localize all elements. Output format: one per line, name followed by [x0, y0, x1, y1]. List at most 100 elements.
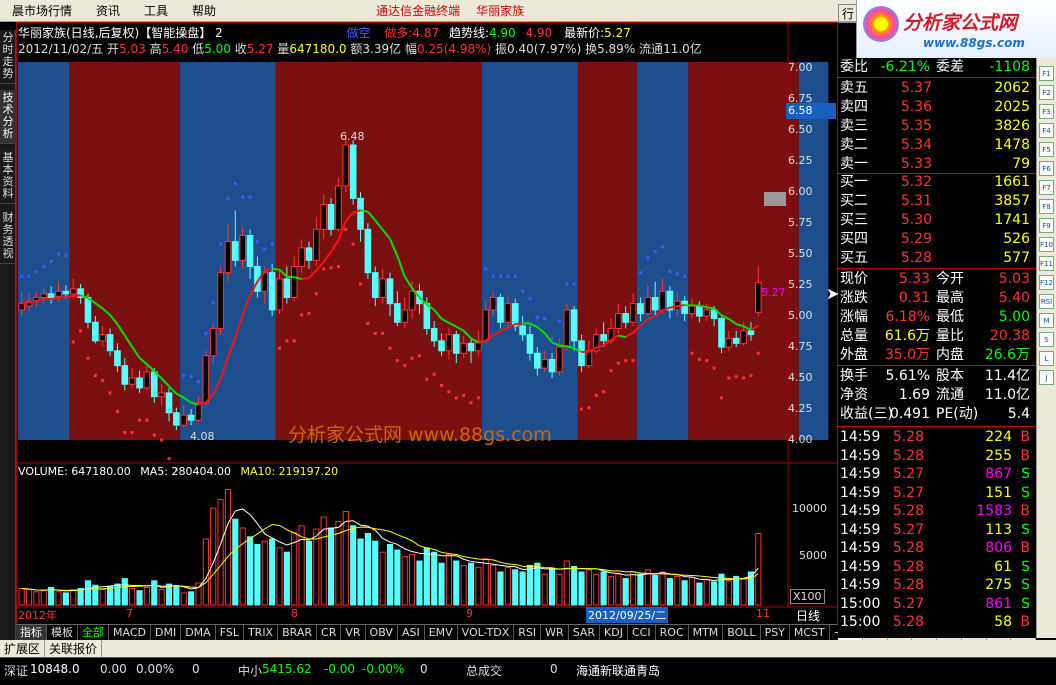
indicator-tab[interactable]: MACD [109, 625, 151, 640]
volume-bar [33, 591, 40, 606]
toolbar-shortcut-icon[interactable]: F7 [1039, 180, 1054, 195]
toolbar-shortcut-icon[interactable]: F3 [1039, 104, 1054, 119]
toolbar-shortcut-icon[interactable]: J [1039, 370, 1054, 385]
toolbar-shortcut-icon[interactable]: RSI [1039, 294, 1054, 309]
indicator-tab[interactable]: BOLL [723, 625, 761, 640]
candle-body [187, 414, 195, 421]
indicator-tab[interactable]: VOL-TDX [458, 625, 515, 640]
stop-dot [219, 242, 223, 246]
price-tick: 5.00 [788, 309, 813, 323]
toolbar-shortcut-icon[interactable]: F9 [1039, 218, 1054, 233]
candle-body [563, 309, 571, 348]
indicator-tab[interactable]: 指标 [16, 625, 47, 640]
bid-volume: 1741 [994, 212, 1030, 228]
volume-bar [504, 567, 511, 606]
indicator-tab[interactable]: TRIX [244, 625, 279, 640]
candle-body [371, 272, 379, 298]
quote-row: 14:59 5.27 867 S [838, 465, 1036, 484]
indicator-tab[interactable]: EMV [425, 625, 458, 640]
toolbar-shortcut-icon[interactable]: L [1039, 351, 1054, 366]
indicator-tab[interactable]: MCST [790, 625, 830, 640]
stop-dot [64, 253, 68, 257]
tick-price: 5.28 [892, 558, 924, 575]
trend-line-segment [301, 277, 310, 280]
toolbar-shortcut-icon[interactable]: F5 [1039, 142, 1054, 157]
candle-body [217, 272, 224, 329]
menu-help[interactable]: 帮助 [180, 2, 228, 19]
quote-row: 卖三 5.35 3826 [838, 117, 1036, 136]
quote-row: 14:59 5.28 61 S [838, 558, 1036, 577]
candle-body [732, 337, 740, 344]
bid-label: 买三 [840, 212, 868, 228]
news-ticker[interactable]: 海通新联通青岛 [576, 662, 660, 679]
tab-intraday[interactable]: 分时走势 [0, 30, 16, 84]
toolbar-shortcut-icon[interactable]: M [1039, 313, 1054, 328]
extension-area-tab[interactable]: 扩展区 [0, 640, 46, 657]
toolbar-shortcut-icon[interactable]: F4 [1039, 123, 1054, 138]
volume-bar [475, 567, 482, 606]
indicator-tab[interactable]: MTM [689, 625, 724, 640]
indicator-tab[interactable]: ROC [656, 625, 689, 640]
tab-technical[interactable]: 技术分析 [0, 90, 16, 144]
stop-dot [631, 359, 635, 363]
volume-bar [755, 533, 762, 606]
price-tick: 4.00 [788, 433, 813, 446]
indicator-tab[interactable]: KDJ [600, 625, 628, 640]
menu-tools[interactable]: 工具 [132, 2, 180, 19]
related-quote-tab[interactable]: 关联报价 [45, 640, 103, 657]
indicator-tab[interactable]: ASI [398, 625, 425, 640]
stop-dot [690, 351, 694, 355]
candle-body [556, 346, 563, 373]
indicator-tab[interactable]: DMA [181, 625, 216, 640]
price-chart[interactable] [16, 22, 838, 632]
period-label[interactable]: 日线 [796, 607, 820, 624]
toolbar-shortcut-icon[interactable]: F11 [1039, 256, 1054, 271]
toolbar-shortcut-icon[interactable]: S [1039, 332, 1054, 347]
volume-bar [121, 578, 128, 606]
tab-financial[interactable]: 财务透视 [0, 210, 16, 264]
sz-label: 深证 [4, 664, 29, 678]
toolbar-shortcut-icon[interactable]: F1 [1039, 66, 1054, 81]
float-label: 流通 [639, 42, 664, 56]
scroll-marker[interactable] [764, 192, 786, 206]
indicator-tab[interactable]: CCI [628, 625, 656, 640]
stop-dot [123, 431, 127, 435]
indicator-tab[interactable]: 模板 [47, 625, 78, 640]
tick-volume: 275 [985, 577, 1012, 593]
volume-bar [40, 590, 47, 606]
indicator-tab[interactable]: RSI [514, 625, 542, 640]
toolbar-shortcut-icon[interactable]: F6 [1039, 161, 1054, 176]
tab-fundamentals[interactable]: 基本资料 [0, 150, 16, 204]
promo-terminal[interactable]: 通达信金融终端 [368, 2, 468, 19]
candle-body [327, 204, 335, 230]
date-tick: 7 [126, 607, 133, 620]
indicator-tab[interactable]: PSY [761, 625, 790, 640]
indicator-tab[interactable]: CR [317, 625, 342, 640]
stop-dot [71, 340, 75, 344]
indicator-tab[interactable]: DMI [151, 625, 182, 640]
menu-news[interactable]: 资讯 [84, 2, 132, 19]
promo-stock[interactable]: 华丽家族 [468, 2, 532, 19]
stat-label: 净资 [840, 387, 868, 403]
candle-body [423, 303, 431, 329]
toolbar-shortcut-icon[interactable]: F8 [1039, 199, 1054, 214]
indicator-tab[interactable]: WR [541, 625, 569, 640]
toolbar-shortcut-icon[interactable]: F2 [1039, 85, 1054, 100]
menu-extra-button[interactable]: 行 [838, 4, 859, 23]
toolbar-shortcut-icon[interactable]: F12 [1039, 275, 1054, 290]
stop-dot [712, 366, 716, 370]
candle-body [69, 288, 77, 295]
stop-dot [756, 351, 760, 355]
indicator-tab[interactable]: OBV [366, 625, 398, 640]
volume-bar [600, 571, 607, 606]
indicator-tab[interactable]: VR [341, 625, 366, 640]
candle-body [335, 185, 342, 230]
indicator-tab[interactable]: SAR [569, 625, 601, 640]
volume-bar [261, 540, 268, 606]
indicator-tab[interactable]: 全部 [78, 625, 109, 640]
indicator-tab[interactable]: FSL [216, 625, 244, 640]
indicator-tab[interactable]: BRAR [278, 625, 318, 640]
tick-volume: 861 [985, 595, 1012, 612]
toolbar-shortcut-icon[interactable]: F10 [1039, 237, 1054, 252]
menu-market[interactable]: 晨市场行情 [0, 2, 84, 19]
